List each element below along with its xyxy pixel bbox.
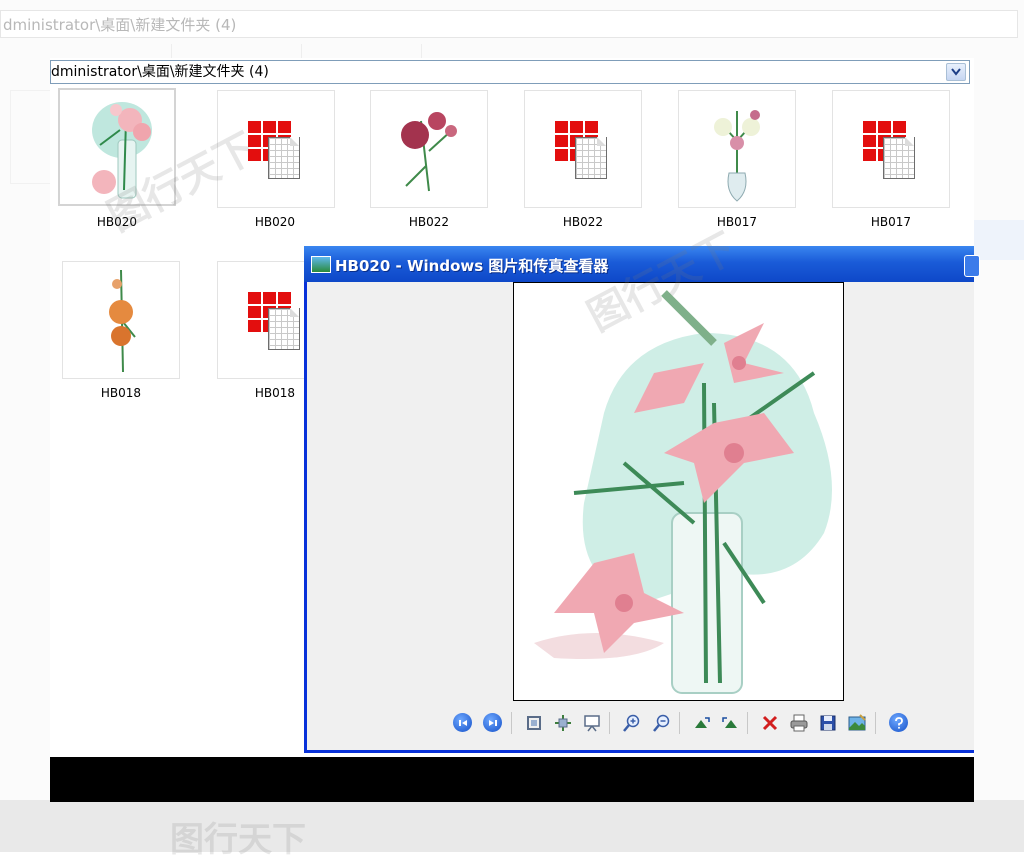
- picture-viewer-window: HB020 - Windows 图片和传真查看器: [304, 246, 980, 753]
- address-dropdown-button[interactable]: [946, 63, 966, 81]
- rotate-clockwise-icon: [695, 717, 710, 728]
- viewer-toolbar: [449, 708, 919, 738]
- lily-vase-picture: [534, 290, 832, 694]
- background-taskbar-area: [0, 800, 1024, 852]
- thumbnail-hb022-image[interactable]: [370, 90, 488, 208]
- thumbnail-hb017-image[interactable]: [678, 90, 796, 208]
- slideshow-icon: [584, 715, 600, 732]
- thumbnail-label: HB022: [408, 215, 450, 229]
- zoom-in-button[interactable]: [621, 712, 643, 734]
- toolbar-separator: [511, 712, 512, 734]
- toolbar-separator: [747, 712, 748, 734]
- thumbnail-label: HB020: [254, 215, 296, 229]
- thumbnail-label: HB020: [96, 215, 138, 229]
- previous-image-icon: [458, 719, 467, 726]
- rotate-counterclockwise-icon: [722, 717, 737, 728]
- picture-viewer-app-icon: [311, 256, 331, 273]
- delete-icon: [762, 715, 778, 731]
- white-lily-vase-thumbnail-image: [714, 110, 760, 202]
- orange-lily-thumbnail-image: [109, 269, 136, 373]
- thumbnail-hb018-image[interactable]: [62, 261, 180, 379]
- background-pane: [10, 90, 52, 184]
- save-icon: [820, 715, 836, 731]
- delete-button[interactable]: [759, 712, 781, 734]
- chevron-down-icon: [951, 68, 961, 76]
- previous-image-button[interactable]: [453, 713, 472, 732]
- address-path: dministrator\桌面\新建文件夹 (4): [51, 64, 269, 80]
- lily-thumbnail-image: [401, 112, 457, 192]
- thumbnail-hb020-image[interactable]: [58, 88, 176, 206]
- background-column-headers: [0, 44, 1024, 58]
- pattern-file-icon: [248, 292, 304, 350]
- next-image-icon: [488, 719, 497, 726]
- pattern-file-icon: [248, 121, 304, 179]
- lily-vase-thumbnail-image: [92, 102, 152, 199]
- background-address-bar: dministrator\桌面\新建文件夹 (4): [0, 10, 1018, 38]
- zoom-out-icon: [653, 714, 670, 732]
- help-button[interactable]: [889, 713, 908, 732]
- viewer-title-bar[interactable]: HB020 - Windows 图片和传真查看器: [304, 246, 980, 282]
- save-button[interactable]: [817, 712, 839, 734]
- window-control-button[interactable]: [964, 255, 980, 277]
- thumbnail-label: HB018: [100, 386, 142, 400]
- toolbar-separator: [609, 712, 610, 734]
- address-bar[interactable]: dministrator\桌面\新建文件夹 (4): [50, 60, 970, 84]
- viewer-title: HB020 - Windows 图片和传真查看器: [335, 257, 609, 275]
- zoom-out-button[interactable]: [651, 712, 673, 734]
- print-button[interactable]: [788, 712, 810, 734]
- thumbnail-label: HB017: [716, 215, 758, 229]
- thumbnail-label: HB022: [562, 215, 604, 229]
- black-bar: [50, 757, 974, 802]
- rotate-counterclockwise-button[interactable]: [719, 712, 741, 734]
- thumbnail-hb017-pattern[interactable]: [832, 90, 950, 208]
- actual-size-icon: [555, 715, 571, 731]
- pattern-file-icon: [863, 121, 919, 179]
- zoom-in-icon: [623, 714, 640, 732]
- toolbar-separator: [679, 712, 680, 734]
- open-editor-icon: [848, 714, 866, 731]
- thumbnail-label: HB017: [870, 215, 912, 229]
- slideshow-button[interactable]: [581, 712, 603, 734]
- background-selection-strip: [974, 220, 1024, 260]
- rotate-clockwise-button[interactable]: [691, 712, 713, 734]
- best-fit-icon: [527, 716, 541, 730]
- thumbnail-hb022-pattern[interactable]: [524, 90, 642, 208]
- viewer-body: [307, 282, 974, 750]
- displayed-picture: [513, 282, 844, 701]
- toolbar-separator: [875, 712, 876, 734]
- thumbnail-hb020-pattern[interactable]: [217, 90, 335, 208]
- best-fit-button[interactable]: [523, 712, 545, 734]
- pattern-file-icon: [555, 121, 611, 179]
- print-icon: [790, 714, 808, 732]
- next-image-button[interactable]: [483, 713, 502, 732]
- open-editor-button[interactable]: [846, 712, 868, 734]
- actual-size-button[interactable]: [552, 712, 574, 734]
- help-icon: [894, 716, 903, 729]
